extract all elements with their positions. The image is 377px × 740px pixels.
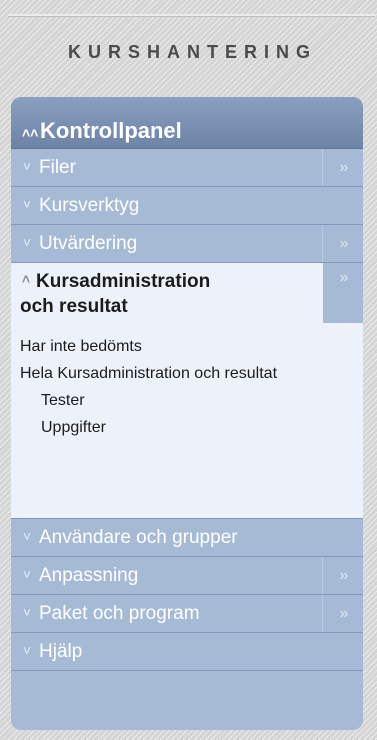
menu-item-label: Utvärdering [39, 232, 138, 254]
control-panel: ˄˄ Kontrollpanel ˅ Filer » ˅ Kursverktyg… [11, 97, 363, 730]
open-arrow-icon[interactable]: » [322, 557, 363, 594]
submenu-link-hela-kursadministration[interactable]: Hela Kursadministration och resultat [20, 363, 350, 385]
control-panel-title: Kontrollpanel [40, 118, 182, 143]
open-arrow-icon[interactable]: » [322, 595, 363, 632]
top-divider [8, 14, 375, 17]
menu-item-filer[interactable]: ˅ Filer » [11, 149, 363, 187]
open-arrow-icon[interactable]: » [323, 263, 363, 323]
open-arrow-icon[interactable]: » [322, 149, 363, 186]
menu-item-label: Användare och grupper [39, 526, 238, 548]
menu-item-kursadministration-expanded: ˄ Kursadministration och resultat » Har i… [11, 263, 363, 519]
expand-icon: ˅ [22, 195, 32, 212]
expanded-title-line2: och resultat [20, 296, 128, 317]
submenu-link-uppgifter[interactable]: Uppgifter [20, 417, 350, 439]
expanded-item-title[interactable]: ˄ Kursadministration och resultat [20, 269, 310, 319]
expand-icon: ˅ [22, 565, 32, 582]
expand-icon: ˅ [22, 641, 32, 658]
expand-icon: ˅ [22, 527, 32, 544]
control-panel-header[interactable]: ˄˄ Kontrollpanel [11, 97, 363, 149]
expand-icon: ˅ [22, 233, 32, 250]
submenu-link-tester[interactable]: Tester [20, 390, 350, 412]
menu-item-label: Kursverktyg [39, 194, 140, 216]
menu-item-label: Filer [39, 156, 76, 178]
expand-icon: ˅ [22, 603, 32, 620]
menu-item-anvandare[interactable]: ˅ Användare och grupper [11, 519, 363, 557]
submenu-link-har-inte-bedomts[interactable]: Har inte bedömts [20, 336, 350, 358]
menu-item-label: Paket och program [39, 602, 200, 624]
collapse-icon: ˄ [21, 271, 31, 287]
menu-item-paket[interactable]: ˅ Paket och program » [11, 595, 363, 633]
menu-item-kursverktyg[interactable]: ˅ Kursverktyg [11, 187, 363, 225]
section-title: KURSHANTERING [67, 42, 317, 62]
menu-item-anpassning[interactable]: ˅ Anpassning » [11, 557, 363, 595]
menu-item-label: Hjälp [39, 640, 83, 662]
submenu-links: Har inte bedömts Hela Kursadministration… [20, 336, 350, 444]
menu-item-utvardering[interactable]: ˅ Utvärdering » [11, 225, 363, 263]
menu-item-label: Anpassning [39, 564, 139, 586]
expanded-title-line1: Kursadministration [36, 271, 211, 292]
collapse-icon: ˄˄ [22, 125, 39, 141]
expand-icon: ˅ [22, 157, 32, 174]
open-arrow-icon[interactable]: » [322, 225, 363, 262]
menu-item-hjalp[interactable]: ˅ Hjälp [11, 633, 363, 671]
